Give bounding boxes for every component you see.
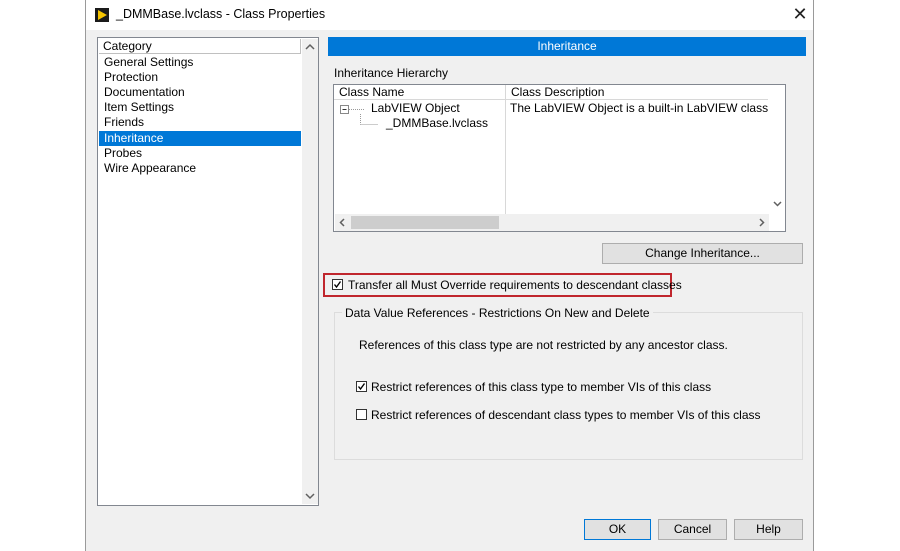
restrict-member-checkbox[interactable] [356,381,367,392]
window-title: _DMMBase.lvclass - Class Properties [116,7,326,21]
column-header-class-description[interactable]: Class Description [506,85,768,100]
dvr-info-text: References of this class type are not re… [359,338,728,352]
close-icon[interactable]: ✕ [790,4,810,24]
inheritance-banner: Inheritance [328,37,806,56]
ok-button[interactable]: OK [584,519,651,540]
category-item-inheritance[interactable]: Inheritance [99,131,301,146]
restrict-member-label[interactable]: Restrict references of this class type t… [371,380,711,394]
help-button[interactable]: Help [734,519,803,540]
scroll-right-icon[interactable] [754,215,769,230]
labview-class-icon [95,8,109,22]
category-item-probes[interactable]: Probes [99,146,301,161]
scroll-up-icon[interactable] [302,39,318,55]
inheritance-hierarchy-table[interactable]: Class Name Class Description LabVIEW Obj… [333,84,786,232]
inheritance-hierarchy-label: Inheritance Hierarchy [334,66,449,80]
title-bar: _DMMBase.lvclass - Class Properties ✕ [86,0,813,30]
scroll-down-icon[interactable] [302,488,318,504]
scroll-left-icon[interactable] [335,215,350,230]
column-separator [505,85,506,214]
tree-row-class-description: The LabVIEW Object is a built-in LabVIEW… [510,101,768,115]
restrict-descendant-checkbox[interactable] [356,409,367,420]
change-inheritance-button[interactable]: Change Inheritance... [602,243,803,264]
scrollbar-thumb[interactable] [351,216,499,229]
column-header-class-name[interactable]: Class Name [334,85,505,100]
tree-horizontal-scrollbar[interactable] [335,214,769,231]
class-properties-dialog: _DMMBase.lvclass - Class Properties ✕ Ca… [85,0,814,551]
tree-row-class-name[interactable]: _DMMBase.lvclass [386,116,488,130]
category-item-general-settings[interactable]: General Settings [99,55,301,70]
tree-vertical-scrollbar[interactable] [770,86,785,214]
transfer-must-override-checkbox[interactable] [332,279,343,290]
transfer-must-override-label[interactable]: Transfer all Must Override requirements … [348,278,682,292]
category-item-wire-appearance[interactable]: Wire Appearance [99,161,301,176]
category-header: Category [99,39,301,54]
dvr-group-title: Data Value References - Restrictions On … [342,306,653,320]
scroll-down-icon[interactable] [770,196,785,211]
category-item-documentation[interactable]: Documentation [99,85,301,100]
restrict-descendant-label[interactable]: Restrict references of descendant class … [371,408,761,422]
category-scrollbar[interactable] [302,39,318,504]
tree-row-class-name[interactable]: LabVIEW Object [371,101,460,115]
cancel-button[interactable]: Cancel [658,519,727,540]
category-item-friends[interactable]: Friends [99,115,301,130]
category-list[interactable]: Category General Settings Protection Doc… [97,37,319,506]
category-item-protection[interactable]: Protection [99,70,301,85]
category-item-item-settings[interactable]: Item Settings [99,100,301,115]
